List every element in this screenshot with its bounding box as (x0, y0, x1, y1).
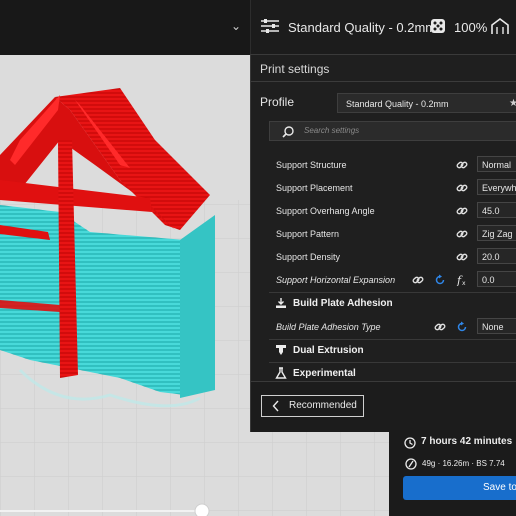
recommended-label: Recommended (289, 400, 357, 411)
settings-sliders-icon (260, 17, 280, 38)
recommended-button[interactable]: Recommended (261, 395, 364, 417)
setting-row-support-pattern: Support Pattern Zig Zag (275, 225, 516, 245)
layer-slider-handle (194, 503, 210, 516)
setting-value-dropdown[interactable]: Zig Zag (477, 225, 516, 241)
setting-value-input[interactable]: 20.0 (477, 248, 516, 264)
infill-dice-icon (430, 18, 446, 37)
top-toolbar: ⌄ Standard Quality - 0.2mm 100% (0, 0, 516, 55)
link-icon[interactable] (412, 274, 424, 288)
setting-label: Support Overhang Angle (276, 206, 375, 216)
support-toggle[interactable] (490, 0, 510, 55)
section-build-plate-adhesion[interactable]: Build Plate Adhesion (269, 292, 516, 315)
support-icon (490, 17, 510, 38)
search-icon (282, 125, 294, 143)
print-settings-panel: Print settings Profile Standard Quality … (250, 54, 516, 432)
link-icon[interactable] (456, 205, 468, 219)
quality-label: Standard Quality - 0.2mm (288, 20, 437, 35)
print-estimate-panel: 7 hours 42 minutes 49g · 16.26m · BS 7.7… (389, 430, 516, 516)
setting-row-support-overhang-angle: Support Overhang Angle 45.0 (275, 202, 516, 222)
dual-extrusion-icon (275, 344, 287, 359)
setting-value-dropdown[interactable]: None (477, 318, 516, 334)
setting-value-input[interactable]: 0.0 (477, 271, 516, 287)
print-time: 7 hours 42 minutes (421, 436, 513, 447)
link-icon[interactable] (456, 251, 468, 265)
profile-value: Standard Quality - 0.2mm (346, 99, 449, 109)
infill-toggle[interactable]: 100% (430, 0, 487, 55)
support-side (180, 215, 215, 398)
material-estimate: 49g · 16.26m · BS 7.74 (422, 459, 505, 468)
search-input[interactable]: Search settings (269, 121, 516, 141)
save-label: Save to (483, 482, 516, 493)
setting-label: Support Density (276, 252, 341, 262)
reset-icon[interactable] (456, 321, 468, 335)
flask-icon (275, 367, 287, 382)
search-placeholder: Search settings (304, 126, 360, 135)
setting-row-support-density: Support Density 20.0 (275, 248, 516, 268)
setting-label: Build Plate Adhesion Type (276, 322, 381, 332)
section-title: Dual Extrusion (293, 345, 364, 356)
link-icon[interactable] (456, 159, 468, 173)
link-icon[interactable] (456, 228, 468, 242)
print-settings-toggle[interactable]: Standard Quality - 0.2mm (260, 0, 436, 55)
printer-selector[interactable]: ⌄ (0, 0, 251, 55)
setting-value-input[interactable]: 45.0 (477, 202, 516, 218)
infill-label: 100% (454, 20, 488, 35)
setting-value-dropdown[interactable]: Normal (477, 156, 516, 172)
panel-footer: Recommended (251, 381, 516, 432)
save-button[interactable]: Save to (403, 476, 516, 500)
profile-label: Profile (260, 95, 295, 109)
link-icon[interactable] (434, 321, 446, 335)
divider (251, 81, 516, 82)
setting-label: Support Structure (276, 160, 347, 170)
section-title: Experimental (293, 368, 356, 379)
setting-label: Support Horizontal Expansion (276, 275, 396, 285)
favorite-icon[interactable]: ★ (509, 94, 516, 114)
section-title: Build Plate Adhesion (293, 298, 393, 309)
setting-row-support-placement: Support Placement Everywhere (275, 179, 516, 199)
profile-dropdown[interactable]: Standard Quality - 0.2mm ★ (337, 93, 516, 113)
setting-row-support-horizontal-expansion: Support Horizontal Expansion fx 0.0 (275, 271, 516, 291)
panel-title: Print settings (260, 62, 330, 76)
setting-label: Support Placement (276, 183, 353, 193)
setting-row-support-structure: Support Structure Normal (275, 156, 516, 176)
setting-value-dropdown[interactable]: Everywhere (477, 179, 516, 195)
function-icon[interactable]: fx (456, 274, 468, 288)
link-icon[interactable] (456, 182, 468, 196)
setting-label: Support Pattern (276, 229, 340, 239)
reset-icon[interactable] (434, 274, 446, 288)
speed-icon (405, 457, 417, 475)
chevron-down-icon: ⌄ (231, 19, 242, 33)
chevron-left-icon (272, 396, 280, 424)
build-plate-icon (275, 297, 287, 312)
svg-text:x: x (462, 280, 466, 286)
setting-row-adhesion-type: Build Plate Adhesion Type None (275, 318, 516, 338)
section-dual-extrusion[interactable]: Dual Extrusion (269, 339, 516, 362)
clock-icon (404, 436, 416, 454)
